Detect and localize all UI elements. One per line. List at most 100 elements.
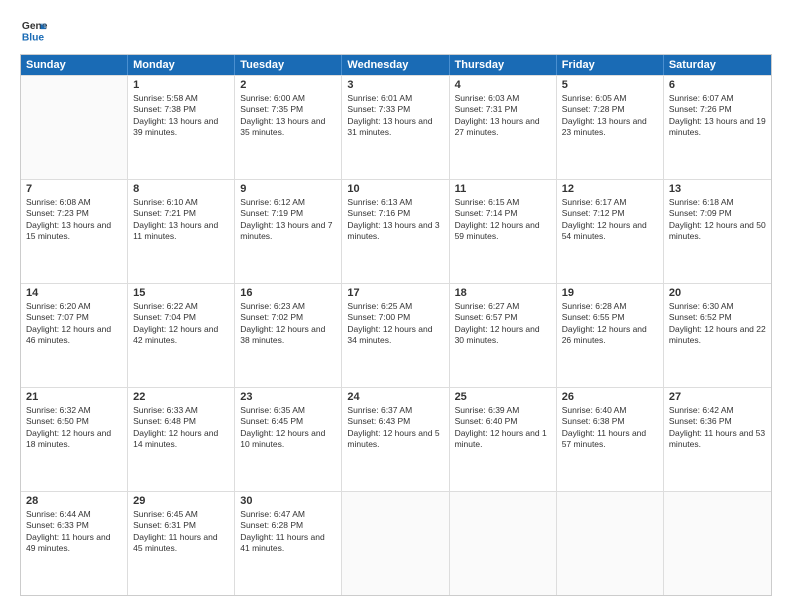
- cell-info: Sunrise: 6:23 AM Sunset: 7:02 PM Dayligh…: [240, 301, 336, 347]
- header-day-thursday: Thursday: [450, 55, 557, 75]
- cell-info: Sunrise: 6:37 AM Sunset: 6:43 PM Dayligh…: [347, 405, 443, 451]
- day-number: 11: [455, 183, 551, 195]
- day-number: 12: [562, 183, 658, 195]
- day-number: 6: [669, 79, 766, 91]
- day-number: 25: [455, 391, 551, 403]
- cell-info: Sunrise: 6:00 AM Sunset: 7:35 PM Dayligh…: [240, 93, 336, 139]
- day-cell-8: 8 Sunrise: 6:10 AM Sunset: 7:21 PM Dayli…: [128, 180, 235, 283]
- day-number: 24: [347, 391, 443, 403]
- day-number: 20: [669, 287, 766, 299]
- logo: General Blue: [20, 16, 48, 44]
- day-cell-22: 22 Sunrise: 6:33 AM Sunset: 6:48 PM Dayl…: [128, 388, 235, 491]
- cell-info: Sunrise: 6:05 AM Sunset: 7:28 PM Dayligh…: [562, 93, 658, 139]
- day-number: 17: [347, 287, 443, 299]
- header-day-monday: Monday: [128, 55, 235, 75]
- day-number: 13: [669, 183, 766, 195]
- empty-cell: [557, 492, 664, 595]
- day-number: 16: [240, 287, 336, 299]
- cell-info: Sunrise: 6:32 AM Sunset: 6:50 PM Dayligh…: [26, 405, 122, 451]
- cell-info: Sunrise: 6:44 AM Sunset: 6:33 PM Dayligh…: [26, 509, 122, 555]
- day-number: 18: [455, 287, 551, 299]
- cell-info: Sunrise: 6:40 AM Sunset: 6:38 PM Dayligh…: [562, 405, 658, 451]
- header-day-saturday: Saturday: [664, 55, 771, 75]
- header-day-sunday: Sunday: [21, 55, 128, 75]
- day-cell-5: 5 Sunrise: 6:05 AM Sunset: 7:28 PM Dayli…: [557, 76, 664, 179]
- cell-info: Sunrise: 6:12 AM Sunset: 7:19 PM Dayligh…: [240, 197, 336, 243]
- day-cell-26: 26 Sunrise: 6:40 AM Sunset: 6:38 PM Dayl…: [557, 388, 664, 491]
- day-number: 28: [26, 495, 122, 507]
- cell-info: Sunrise: 6:20 AM Sunset: 7:07 PM Dayligh…: [26, 301, 122, 347]
- cell-info: Sunrise: 5:58 AM Sunset: 7:38 PM Dayligh…: [133, 93, 229, 139]
- header-day-tuesday: Tuesday: [235, 55, 342, 75]
- empty-cell: [21, 76, 128, 179]
- cell-info: Sunrise: 6:33 AM Sunset: 6:48 PM Dayligh…: [133, 405, 229, 451]
- cell-info: Sunrise: 6:42 AM Sunset: 6:36 PM Dayligh…: [669, 405, 766, 451]
- empty-cell: [450, 492, 557, 595]
- day-cell-21: 21 Sunrise: 6:32 AM Sunset: 6:50 PM Dayl…: [21, 388, 128, 491]
- cell-info: Sunrise: 6:30 AM Sunset: 6:52 PM Dayligh…: [669, 301, 766, 347]
- svg-text:Blue: Blue: [22, 32, 45, 43]
- day-cell-13: 13 Sunrise: 6:18 AM Sunset: 7:09 PM Dayl…: [664, 180, 771, 283]
- day-number: 19: [562, 287, 658, 299]
- cell-info: Sunrise: 6:45 AM Sunset: 6:31 PM Dayligh…: [133, 509, 229, 555]
- day-number: 30: [240, 495, 336, 507]
- day-number: 8: [133, 183, 229, 195]
- cell-info: Sunrise: 6:07 AM Sunset: 7:26 PM Dayligh…: [669, 93, 766, 139]
- day-cell-27: 27 Sunrise: 6:42 AM Sunset: 6:36 PM Dayl…: [664, 388, 771, 491]
- calendar-row-2: 7 Sunrise: 6:08 AM Sunset: 7:23 PM Dayli…: [21, 179, 771, 283]
- day-number: 5: [562, 79, 658, 91]
- logo-icon: General Blue: [20, 16, 48, 44]
- day-cell-3: 3 Sunrise: 6:01 AM Sunset: 7:33 PM Dayli…: [342, 76, 449, 179]
- day-cell-7: 7 Sunrise: 6:08 AM Sunset: 7:23 PM Dayli…: [21, 180, 128, 283]
- day-number: 22: [133, 391, 229, 403]
- cell-info: Sunrise: 6:10 AM Sunset: 7:21 PM Dayligh…: [133, 197, 229, 243]
- cell-info: Sunrise: 6:28 AM Sunset: 6:55 PM Dayligh…: [562, 301, 658, 347]
- day-number: 2: [240, 79, 336, 91]
- day-cell-17: 17 Sunrise: 6:25 AM Sunset: 7:00 PM Dayl…: [342, 284, 449, 387]
- day-number: 15: [133, 287, 229, 299]
- day-number: 21: [26, 391, 122, 403]
- day-cell-15: 15 Sunrise: 6:22 AM Sunset: 7:04 PM Dayl…: [128, 284, 235, 387]
- day-number: 9: [240, 183, 336, 195]
- day-cell-12: 12 Sunrise: 6:17 AM Sunset: 7:12 PM Dayl…: [557, 180, 664, 283]
- calendar-body: 1 Sunrise: 5:58 AM Sunset: 7:38 PM Dayli…: [21, 75, 771, 595]
- cell-info: Sunrise: 6:01 AM Sunset: 7:33 PM Dayligh…: [347, 93, 443, 139]
- day-cell-14: 14 Sunrise: 6:20 AM Sunset: 7:07 PM Dayl…: [21, 284, 128, 387]
- cell-info: Sunrise: 6:13 AM Sunset: 7:16 PM Dayligh…: [347, 197, 443, 243]
- cell-info: Sunrise: 6:18 AM Sunset: 7:09 PM Dayligh…: [669, 197, 766, 243]
- day-number: 27: [669, 391, 766, 403]
- day-number: 3: [347, 79, 443, 91]
- day-cell-9: 9 Sunrise: 6:12 AM Sunset: 7:19 PM Dayli…: [235, 180, 342, 283]
- empty-cell: [664, 492, 771, 595]
- cell-info: Sunrise: 6:25 AM Sunset: 7:00 PM Dayligh…: [347, 301, 443, 347]
- day-cell-6: 6 Sunrise: 6:07 AM Sunset: 7:26 PM Dayli…: [664, 76, 771, 179]
- day-cell-23: 23 Sunrise: 6:35 AM Sunset: 6:45 PM Dayl…: [235, 388, 342, 491]
- calendar-row-1: 1 Sunrise: 5:58 AM Sunset: 7:38 PM Dayli…: [21, 75, 771, 179]
- day-cell-25: 25 Sunrise: 6:39 AM Sunset: 6:40 PM Dayl…: [450, 388, 557, 491]
- empty-cell: [342, 492, 449, 595]
- day-cell-2: 2 Sunrise: 6:00 AM Sunset: 7:35 PM Dayli…: [235, 76, 342, 179]
- day-cell-24: 24 Sunrise: 6:37 AM Sunset: 6:43 PM Dayl…: [342, 388, 449, 491]
- cell-info: Sunrise: 6:22 AM Sunset: 7:04 PM Dayligh…: [133, 301, 229, 347]
- cell-info: Sunrise: 6:35 AM Sunset: 6:45 PM Dayligh…: [240, 405, 336, 451]
- calendar-row-5: 28 Sunrise: 6:44 AM Sunset: 6:33 PM Dayl…: [21, 491, 771, 595]
- day-number: 7: [26, 183, 122, 195]
- cell-info: Sunrise: 6:47 AM Sunset: 6:28 PM Dayligh…: [240, 509, 336, 555]
- day-number: 23: [240, 391, 336, 403]
- day-cell-29: 29 Sunrise: 6:45 AM Sunset: 6:31 PM Dayl…: [128, 492, 235, 595]
- day-number: 4: [455, 79, 551, 91]
- day-cell-4: 4 Sunrise: 6:03 AM Sunset: 7:31 PM Dayli…: [450, 76, 557, 179]
- cell-info: Sunrise: 6:15 AM Sunset: 7:14 PM Dayligh…: [455, 197, 551, 243]
- day-number: 1: [133, 79, 229, 91]
- day-cell-18: 18 Sunrise: 6:27 AM Sunset: 6:57 PM Dayl…: [450, 284, 557, 387]
- day-cell-28: 28 Sunrise: 6:44 AM Sunset: 6:33 PM Dayl…: [21, 492, 128, 595]
- cell-info: Sunrise: 6:03 AM Sunset: 7:31 PM Dayligh…: [455, 93, 551, 139]
- calendar: SundayMondayTuesdayWednesdayThursdayFrid…: [20, 54, 772, 596]
- page: General Blue SundayMondayTuesdayWednesda…: [0, 0, 792, 612]
- day-cell-16: 16 Sunrise: 6:23 AM Sunset: 7:02 PM Dayl…: [235, 284, 342, 387]
- day-cell-1: 1 Sunrise: 5:58 AM Sunset: 7:38 PM Dayli…: [128, 76, 235, 179]
- day-number: 26: [562, 391, 658, 403]
- header: General Blue: [20, 16, 772, 44]
- day-number: 29: [133, 495, 229, 507]
- cell-info: Sunrise: 6:17 AM Sunset: 7:12 PM Dayligh…: [562, 197, 658, 243]
